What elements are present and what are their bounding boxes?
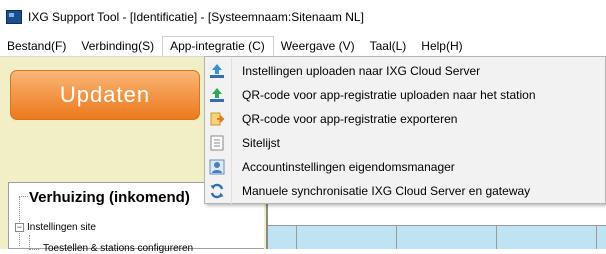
menu-item-manuele-synchronisatie[interactable]: Manuele synchronisatie IXG Cloud Server … — [205, 180, 605, 202]
menu-item-qr-exporteren[interactable]: QR-code voor app-registratie exporteren — [205, 108, 605, 130]
menu-item-label: Sitelijst — [242, 136, 281, 150]
tree-line — [29, 235, 30, 249]
tree-node-instellingen-site[interactable]: Instellingen site — [27, 222, 96, 233]
menu-help[interactable]: Help(H) — [414, 36, 470, 56]
menu-bestand[interactable]: Bestand(F) — [0, 36, 74, 56]
grid-column-line — [396, 225, 397, 249]
app-integratie-dropdown: Instellingen uploaden naar IXG Cloud Ser… — [204, 56, 606, 204]
tree-line — [19, 196, 20, 246]
menu-item-accountinstellingen[interactable]: Accountinstellingen eigendomsmanager — [205, 156, 605, 178]
menu-bar: Bestand(F) Verbinding(S) App-integratie … — [0, 36, 606, 56]
list-icon — [209, 135, 225, 151]
menu-taal[interactable]: Taal(L) — [363, 36, 415, 56]
sync-icon — [209, 183, 225, 199]
menu-item-sitelijst[interactable]: Sitelijst — [205, 132, 605, 154]
menu-app-integratie[interactable]: App-integratie (C) — [162, 36, 274, 56]
tree-line — [19, 196, 28, 197]
update-button[interactable]: Updaten — [10, 70, 200, 120]
grid-column-line — [296, 225, 297, 249]
export-icon — [209, 111, 225, 127]
menu-item-label: Manuele synchronisatie IXG Cloud Server … — [242, 184, 531, 198]
account-icon — [209, 159, 225, 175]
collapse-icon[interactable]: − — [15, 223, 24, 232]
grid-column-line — [596, 225, 597, 249]
window-title: IXG Support Tool - [Identificatie] - [Sy… — [28, 10, 364, 24]
tree-line — [29, 249, 39, 250]
menu-item-label: Accountinstellingen eigendomsmanager — [242, 160, 455, 174]
menu-item-qr-uploaden[interactable]: QR-code voor app-registratie uploaden na… — [205, 84, 605, 106]
upload-station-icon — [209, 87, 225, 103]
menu-item-label: QR-code voor app-registratie exporteren — [242, 112, 458, 126]
menu-item-label: QR-code voor app-registratie uploaden na… — [242, 88, 536, 102]
grid-column-line — [496, 225, 497, 249]
tree-title[interactable]: Verhuizing (inkomend) — [29, 189, 190, 206]
title-bar: IXG Support Tool - [Identificatie] - [Sy… — [0, 0, 606, 34]
upload-icon — [209, 63, 225, 79]
menu-item-instellingen-uploaden[interactable]: Instellingen uploaden naar IXG Cloud Ser… — [205, 60, 605, 82]
menu-weergave[interactable]: Weergave (V) — [274, 36, 363, 56]
app-icon — [6, 10, 22, 24]
menu-item-label: Instellingen uploaden naar IXG Cloud Ser… — [242, 64, 481, 78]
menu-verbinding[interactable]: Verbinding(S) — [74, 36, 162, 56]
station-grid — [268, 225, 606, 249]
